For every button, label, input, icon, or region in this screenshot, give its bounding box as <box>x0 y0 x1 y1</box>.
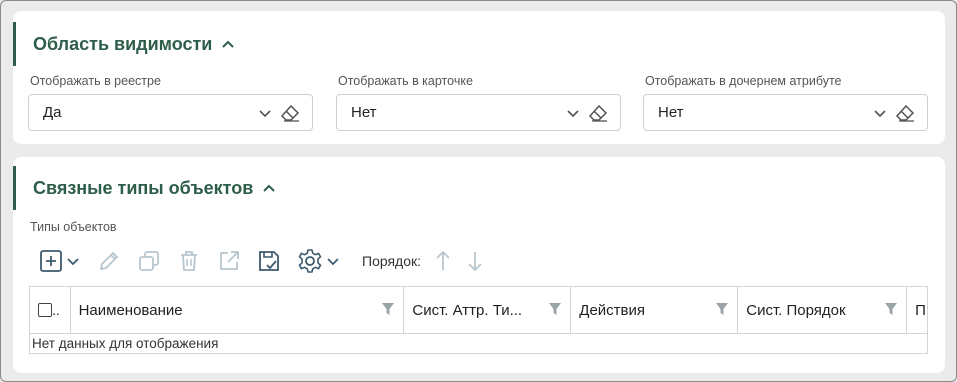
chevron-down-icon[interactable] <box>566 106 580 125</box>
column-header-extra[interactable]: П <box>907 287 927 333</box>
show-in-registry-field: Отображать в реестре Да <box>28 74 313 131</box>
edit-pencil-icon[interactable] <box>96 246 122 276</box>
visibility-section-title: Область видимости <box>33 33 213 54</box>
column-header-extra-label: П <box>915 301 926 319</box>
object-types-grid: .. Наименование Сист. Аттр. Ти... Действ… <box>29 286 928 354</box>
chevron-down-icon[interactable] <box>258 106 272 125</box>
show-in-registry-label: Отображать в реестре <box>30 74 161 88</box>
column-header-sys-order-label: Сист. Порядок <box>746 301 846 319</box>
chevron-down-icon[interactable] <box>64 246 82 276</box>
add-icon[interactable] <box>38 246 64 276</box>
chevron-down-icon[interactable] <box>324 246 342 276</box>
copy-icon[interactable] <box>136 246 162 276</box>
trash-icon[interactable] <box>176 246 202 276</box>
show-in-card-field: Отображать в карточке Нет <box>336 74 621 131</box>
order-label: Порядок: <box>362 253 422 269</box>
related-section-header[interactable]: Связные типы объектов <box>13 166 276 210</box>
show-in-card-select[interactable]: Нет <box>336 94 621 131</box>
show-in-child-attr-value: Нет <box>658 104 684 121</box>
column-header-actions[interactable]: Действия <box>571 287 739 333</box>
select-all-header[interactable]: .. <box>30 287 71 333</box>
arrow-down-icon[interactable] <box>463 246 487 276</box>
chevron-up-icon[interactable] <box>262 183 276 193</box>
show-in-child-attr-field: Отображать в дочернем атрибуте Нет <box>643 74 928 131</box>
column-header-sys-attr-label: Сист. Аттр. Ти... <box>412 301 523 319</box>
related-section-title: Связные типы объектов <box>33 177 254 198</box>
eraser-icon[interactable] <box>280 104 300 127</box>
eraser-icon[interactable] <box>588 104 608 127</box>
visibility-section-header[interactable]: Область видимости <box>13 22 235 66</box>
chevron-up-icon[interactable] <box>221 39 235 49</box>
show-in-card-label: Отображать в карточке <box>338 74 473 88</box>
grid-header-row: .. Наименование Сист. Аттр. Ти... Действ… <box>30 287 927 334</box>
show-in-child-attr-select[interactable]: Нет <box>643 94 928 131</box>
show-in-card-value: Нет <box>351 104 377 121</box>
object-types-label: Типы объектов <box>30 220 117 234</box>
column-header-name[interactable]: Наименование <box>71 287 405 333</box>
column-header-sys-attr[interactable]: Сист. Аттр. Ти... <box>404 287 572 333</box>
eraser-icon[interactable] <box>895 104 915 127</box>
column-header-name-label: Наименование <box>78 301 183 319</box>
toolbar: Порядок: <box>38 246 487 276</box>
chevron-down-icon[interactable] <box>873 106 887 125</box>
open-external-icon[interactable] <box>216 246 242 276</box>
show-in-child-attr-label: Отображать в дочернем атрибуте <box>645 74 842 88</box>
filter-icon[interactable] <box>715 302 729 320</box>
show-in-registry-select[interactable]: Да <box>28 94 313 131</box>
arrow-up-icon[interactable] <box>431 246 455 276</box>
column-header-actions-label: Действия <box>579 301 646 319</box>
select-all-ellipsis: .. <box>52 302 60 318</box>
visibility-card: Область видимости Отображать в реестре Д… <box>13 11 945 144</box>
filter-icon[interactable] <box>548 302 562 320</box>
save-icon[interactable] <box>256 246 282 276</box>
gear-icon[interactable] <box>296 246 324 276</box>
column-header-sys-order[interactable]: Сист. Порядок <box>738 287 908 333</box>
empty-state-text: Нет данных для отображения <box>32 336 219 351</box>
filter-icon[interactable] <box>381 302 395 320</box>
select-all-checkbox[interactable] <box>38 303 52 317</box>
show-in-registry-value: Да <box>43 104 62 121</box>
filter-icon[interactable] <box>884 302 898 320</box>
related-types-card: Связные типы объектов Типы объектов Поря… <box>13 157 945 373</box>
